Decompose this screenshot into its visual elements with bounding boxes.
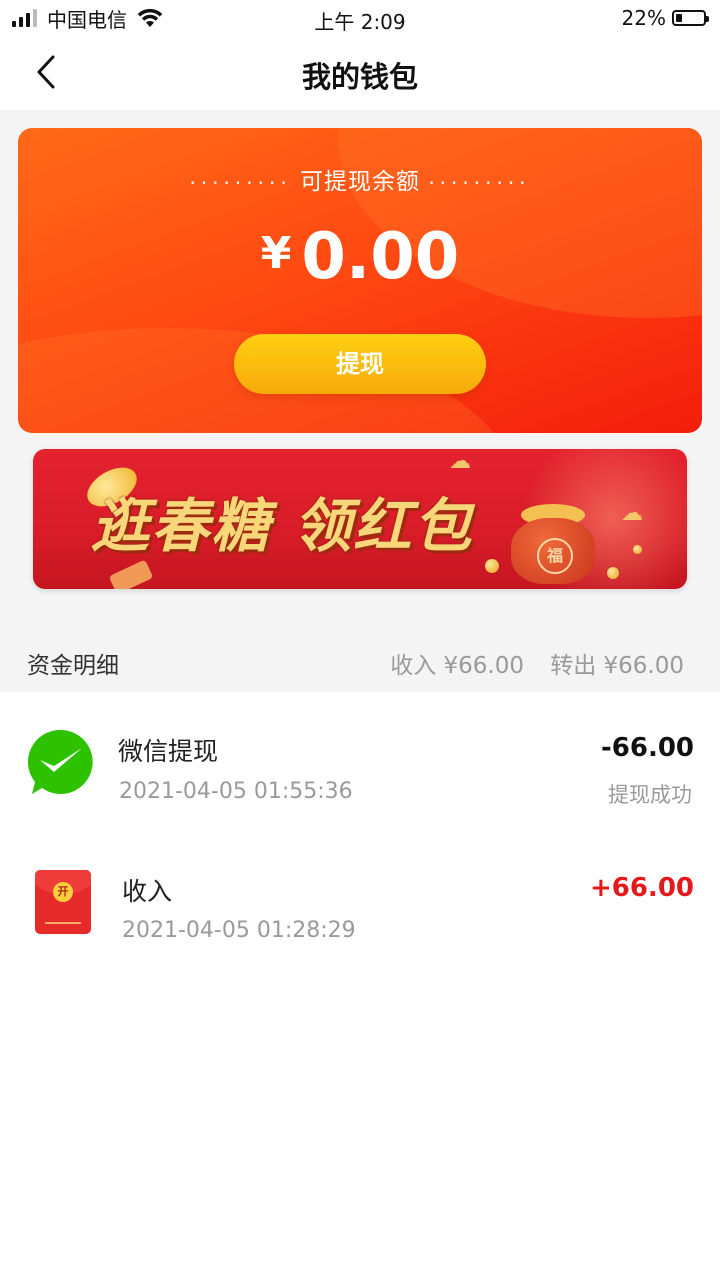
transaction-time: 2021-04-05 01:28:29: [122, 918, 356, 943]
promo-banner[interactable]: ☁ ☁ 逛春糖 领红包 福: [33, 449, 687, 589]
balance-amount: ¥0.00: [18, 220, 702, 294]
page-title: 我的钱包: [301, 60, 418, 94]
transfer-out-total: 转出 ¥66.00: [550, 653, 684, 679]
balance-value: 0.00: [301, 220, 460, 294]
status-time: 上午 2:09: [314, 10, 406, 34]
coin-icon: [485, 559, 499, 573]
wechat-icon: [26, 728, 94, 800]
battery-icon: [672, 10, 709, 26]
currency-symbol: ¥: [260, 228, 292, 279]
withdraw-button[interactable]: 提现: [234, 334, 486, 394]
transaction-amount: -66.00: [600, 733, 694, 763]
transaction-time: 2021-04-05 01:55:36: [119, 779, 353, 804]
transaction-row[interactable]: 微信提现 2021-04-05 01:55:36 -66.00 提现成功: [0, 692, 720, 832]
transaction-title: 收入: [122, 877, 173, 906]
transaction-status: 提现成功: [608, 783, 692, 807]
transaction-amount: +66.00: [589, 873, 694, 903]
status-right: 22%: [621, 6, 709, 30]
funds-summary: 资金明细 收入 ¥66.00 转出 ¥66.00: [0, 630, 720, 692]
balance-label-row: ········· 可提现余额 ·········: [18, 162, 702, 196]
banner-title: 逛春糖 领红包: [91, 492, 474, 560]
coin-icon: [633, 545, 642, 554]
cloud-icon: ☁: [449, 449, 471, 474]
transaction-title: 微信提现: [118, 737, 219, 766]
cloud-icon: ☁: [621, 501, 643, 526]
battery-percentage: 22%: [621, 6, 666, 30]
dots-right: ·········: [428, 170, 531, 195]
red-packet-seal: 开: [53, 882, 73, 902]
balance-card: ········· 可提现余额 ········· ¥0.00 提现: [18, 128, 702, 433]
transaction-row[interactable]: 开 收入 2021-04-05 01:28:29 +66.00: [0, 832, 720, 972]
bag-mark: 福: [537, 538, 573, 574]
nav-bar: 我的钱包: [0, 36, 720, 110]
coin-icon: [607, 567, 619, 579]
income-total: 收入 ¥66.00: [390, 653, 524, 679]
red-packet-icon: 开: [35, 870, 91, 934]
balance-label: 可提现余额: [300, 169, 420, 195]
money-bag-icon: 福: [511, 504, 595, 584]
dots-left: ·········: [189, 170, 292, 195]
status-bar: 中国电信 上午 2:09 22%: [0, 0, 720, 36]
funds-detail-title: 资金明细: [27, 653, 119, 679]
